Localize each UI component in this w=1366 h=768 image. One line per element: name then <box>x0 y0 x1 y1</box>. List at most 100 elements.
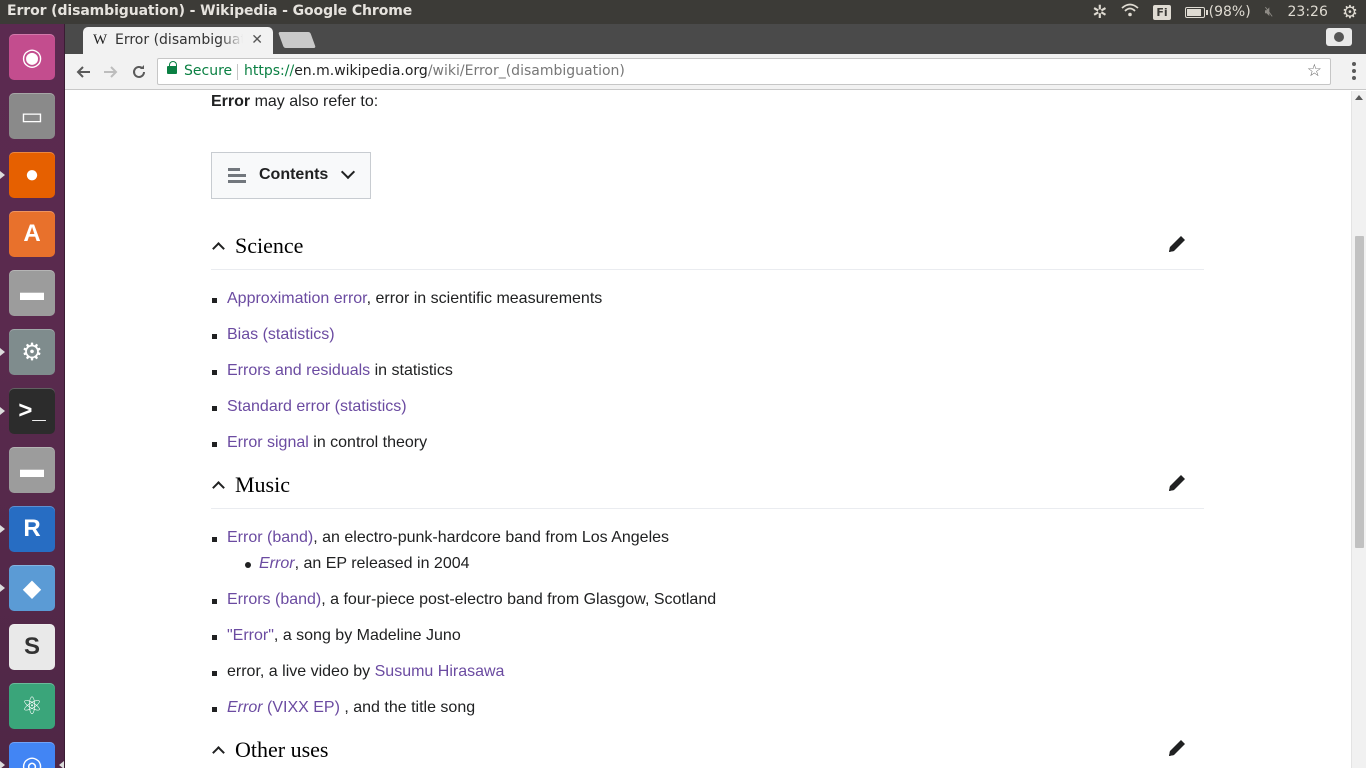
profile-icon <box>1334 32 1344 42</box>
wikipedia-favicon-icon: W <box>93 32 108 48</box>
scrollbar-thumb[interactable] <box>1355 236 1364 548</box>
list-item-text: , error in scientific measurements <box>366 290 603 307</box>
article-link[interactable]: Error signal <box>227 434 309 451</box>
section-header[interactable]: Science <box>211 224 1204 270</box>
article-link[interactable]: Standard error (statistics) <box>227 398 407 415</box>
launcher-item[interactable]: S <box>7 622 57 672</box>
running-indicator <box>0 584 5 592</box>
intro-bold: Error <box>211 93 251 110</box>
profile-button[interactable] <box>1326 28 1352 46</box>
running-indicator <box>0 348 5 356</box>
close-tab-icon[interactable]: ✕ <box>251 31 263 48</box>
running-indicator <box>0 407 5 415</box>
edit-pencil-icon[interactable] <box>1166 737 1188 759</box>
new-tab-button[interactable] <box>278 32 316 48</box>
launcher-item[interactable]: ▬ <box>7 268 57 318</box>
list-item: Errors (band), a four-piece post-electro… <box>211 590 1204 610</box>
article-link[interactable]: Errors and residuals <box>227 362 370 379</box>
back-button[interactable] <box>71 60 95 84</box>
slack-icon: S <box>9 624 55 670</box>
list-item: Error signal in control theory <box>211 433 1204 453</box>
contents-toggle[interactable]: Contents <box>211 152 371 199</box>
launcher-item[interactable]: ⚛ <box>7 681 57 731</box>
scroll-up-arrow-icon[interactable] <box>1355 95 1363 100</box>
tab-active[interactable]: W Error (disambiguation) - Wikipedia ✕ <box>83 27 273 54</box>
running-indicator <box>0 171 5 179</box>
article-link[interactable]: Error (band) <box>227 529 313 546</box>
section-header[interactable]: Music <box>211 463 1204 509</box>
network-settings-icon[interactable]: ✲ <box>1092 2 1107 23</box>
omnibox-separator <box>237 64 238 80</box>
edit-pencil-icon[interactable] <box>1166 233 1188 255</box>
list-item-text: error, a live video by <box>227 663 375 680</box>
battery-icon <box>1184 6 1208 18</box>
forward-button[interactable] <box>99 60 123 84</box>
article-link[interactable]: (VIXX EP) <box>263 699 340 716</box>
launcher-item[interactable]: ▬ <box>7 445 57 495</box>
system-top-panel: Error (disambiguation) - Wikipedia - Goo… <box>0 0 1366 24</box>
disk-drive-icon: ▬ <box>9 270 55 316</box>
software-center-icon: A <box>9 211 55 257</box>
focused-indicator <box>59 761 64 768</box>
volume-muted-icon[interactable]: 🔇︎ <box>1265 4 1274 20</box>
lock-icon[interactable] <box>167 61 177 74</box>
launcher-item[interactable]: R <box>7 504 57 554</box>
r-language-icon: R <box>9 506 55 552</box>
running-indicator <box>0 525 5 533</box>
chevron-up-icon[interactable] <box>212 481 225 494</box>
unity-launcher: ◉ ▭ ● A ▬ ⚙ >_ ▬ R ◆ S ⚛ ◎ <box>0 24 65 768</box>
url-text[interactable]: https://en.m.wikipedia.org/wiki/Error_(d… <box>244 63 625 79</box>
launcher-item[interactable]: ◎ <box>7 740 57 768</box>
keyboard-layout-indicator[interactable]: Fi <box>1153 4 1171 20</box>
browser-toolbar: Secure https://en.m.wikipedia.org/wiki/E… <box>65 54 1366 90</box>
files-icon: ▭ <box>9 93 55 139</box>
launcher-item[interactable]: A <box>7 209 57 259</box>
chrome-menu-button[interactable] <box>1352 62 1356 80</box>
window-title: Error (disambiguation) - Wikipedia - Goo… <box>7 3 413 19</box>
article-link[interactable]: Bias (statistics) <box>227 326 335 343</box>
battery-indicator[interactable]: (98%) <box>1184 4 1251 20</box>
launcher-item[interactable]: ● <box>7 150 57 200</box>
chevron-down-icon <box>340 164 356 180</box>
intro-text: may also refer to: <box>250 93 379 110</box>
launcher-item[interactable]: >_ <box>7 386 57 436</box>
article-link[interactable]: Errors (band) <box>227 591 321 608</box>
address-bar[interactable]: Secure https://en.m.wikipedia.org/wiki/E… <box>157 58 1331 85</box>
list-item: Error (band), an electro-punk-hardcore b… <box>211 528 1204 548</box>
clock[interactable]: 23:26 <box>1288 4 1328 20</box>
tab-title: Error (disambiguation) - Wikipedia <box>115 32 243 48</box>
article-link[interactable]: Approximation error <box>227 290 367 307</box>
launcher-item[interactable]: ⚙ <box>7 327 57 377</box>
virtualbox-icon: ◆ <box>9 565 55 611</box>
list-item: Approximation error, error in scientific… <box>211 289 1204 309</box>
chevron-up-icon[interactable] <box>212 746 225 759</box>
url-host: en.m.wikipedia.org <box>294 63 428 79</box>
section-title: Science <box>235 233 304 258</box>
list-item-text: in statistics <box>370 362 453 379</box>
list-item: Bias (statistics) <box>211 325 1204 345</box>
article-link[interactable]: Error <box>227 699 263 716</box>
launcher-item[interactable]: ▭ <box>7 91 57 141</box>
system-gear-icon[interactable]: ⚙ <box>1342 2 1358 23</box>
url-scheme: https:// <box>244 63 295 79</box>
list-item: error, a live video by Susumu Hirasawa <box>211 662 1204 682</box>
disk-drive-2-icon: ▬ <box>9 447 55 493</box>
article-link[interactable]: Susumu Hirasawa <box>375 663 505 680</box>
wifi-icon[interactable] <box>1121 3 1139 21</box>
article-link[interactable]: Error <box>259 555 295 572</box>
section-header[interactable]: Other uses <box>211 728 1204 768</box>
page-viewport: Error may also refer to: Contents Scienc… <box>65 91 1351 768</box>
chevron-up-icon[interactable] <box>212 242 225 255</box>
section-title: Other uses <box>235 737 329 762</box>
edit-pencil-icon[interactable] <box>1166 472 1188 494</box>
launcher-item[interactable]: ◆ <box>7 563 57 613</box>
launcher-item[interactable]: ◉ <box>7 32 57 82</box>
article-link[interactable]: "Error" <box>227 627 274 644</box>
secure-label[interactable]: Secure <box>184 63 232 79</box>
reload-button[interactable] <box>127 60 151 84</box>
list-item: "Error", a song by Madeline Juno <box>211 626 1204 646</box>
page-scrollbar[interactable] <box>1351 91 1366 768</box>
contents-label: Contents <box>259 166 329 183</box>
system-settings-icon: ⚙ <box>9 329 55 375</box>
bookmark-star-icon[interactable]: ☆ <box>1307 61 1322 81</box>
